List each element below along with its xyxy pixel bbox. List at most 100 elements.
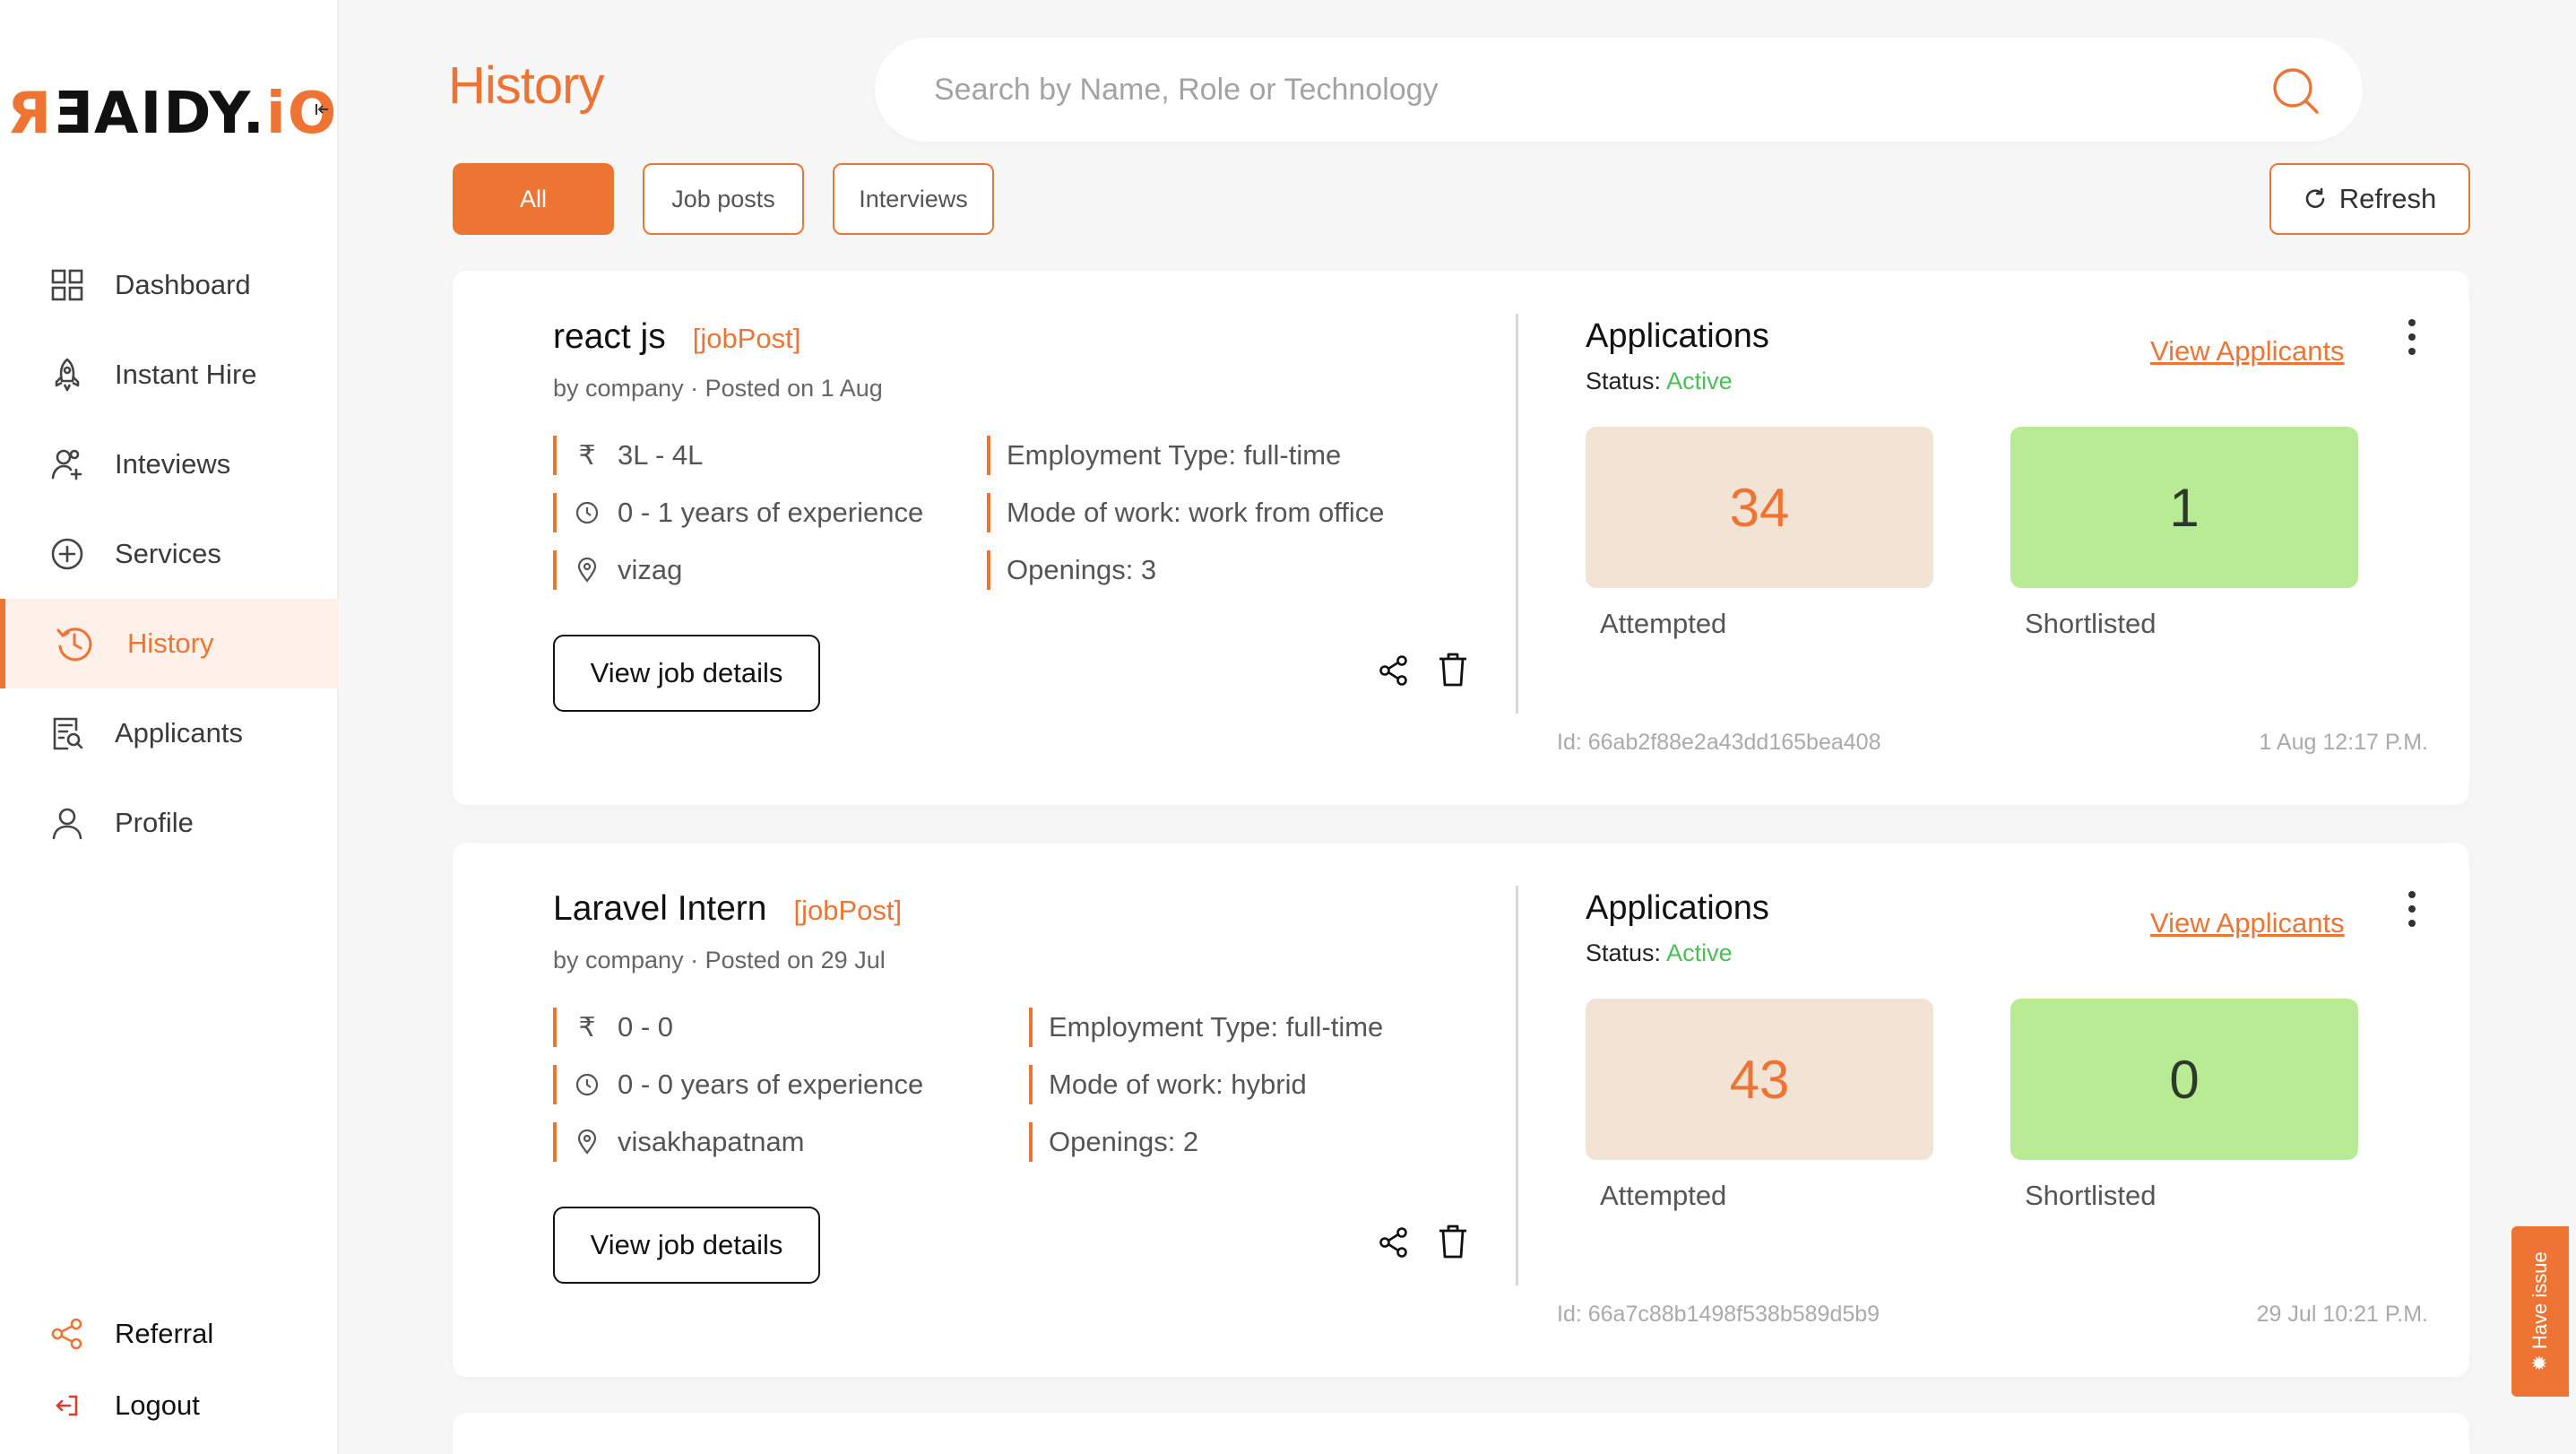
- share-icon[interactable]: [1376, 653, 1412, 688]
- refresh-label: Refresh: [2338, 183, 2437, 214]
- refresh-button[interactable]: Refresh: [2269, 163, 2470, 235]
- location-info: vizag: [553, 550, 682, 590]
- job-type-tag: [jobPost]: [793, 895, 903, 926]
- job-id: Id: 66a7c88b1498f538b589d5b9: [1557, 1302, 1880, 1327]
- rupee-icon: ₹: [578, 1012, 596, 1043]
- salary-info: ₹ 0 - 0: [553, 1008, 673, 1047]
- employment-type-info: Employment Type: full-time: [1029, 1008, 1383, 1047]
- job-card: Laravel Intern [jobPost] by company · Pos…: [453, 843, 2469, 1377]
- view-applicants-link[interactable]: View Applicants: [2150, 335, 2345, 368]
- experience-text: 0 - 0 years of experience: [618, 1069, 924, 1100]
- search-icon[interactable]: [2269, 65, 2321, 117]
- job-meta: by company · Posted on 29 Jul: [553, 947, 886, 974]
- sidebar-item-dashboard[interactable]: Dashboard: [0, 240, 339, 330]
- view-job-details-button[interactable]: View job details: [553, 635, 820, 712]
- card-divider: [1516, 886, 1518, 1285]
- work-mode-info: Mode of work: hybrid: [1029, 1065, 1307, 1104]
- brand-logo[interactable]: ЯƎAIDY.iO: [7, 82, 338, 145]
- sidebar-item-label: Profile: [115, 807, 194, 838]
- job-title-text: react js: [553, 317, 666, 356]
- job-type-tag: [jobPost]: [692, 323, 801, 354]
- work-mode-info: Mode of work: work from office: [987, 493, 1385, 532]
- sidebar: ЯƎAIDY.iO Dashboard Instant Hire Intevie…: [0, 0, 339, 1454]
- share-icon[interactable]: [1376, 1225, 1412, 1260]
- application-status: Status: Active: [1586, 368, 1733, 395]
- sidebar-bottom-nav: Referral Logout: [0, 1298, 339, 1441]
- clock-icon: [573, 1072, 601, 1097]
- location-pin-icon: [573, 1129, 601, 1155]
- shortlisted-count[interactable]: 0: [2010, 999, 2358, 1160]
- more-options-icon[interactable]: [2403, 317, 2421, 357]
- search-input[interactable]: [934, 63, 2189, 117]
- salary-text: 0 - 0: [618, 1011, 674, 1043]
- application-status: Status: Active: [1586, 939, 1733, 967]
- sidebar-item-label: Inteviews: [115, 448, 231, 480]
- collapse-left-icon[interactable]: [314, 100, 332, 118]
- job-timestamp: 1 Aug 12:17 P.M.: [2259, 730, 2428, 755]
- location-info: visakhapatnam: [553, 1122, 805, 1162]
- attempted-label: Attempted: [1600, 608, 1727, 639]
- sidebar-item-label: Logout: [115, 1389, 200, 1421]
- filter-job-posts-button[interactable]: Job posts: [643, 163, 804, 235]
- applications-title: Applications: [1586, 889, 1769, 927]
- sidebar-item-label: Services: [115, 538, 221, 569]
- sidebar-item-applicants[interactable]: Applicants: [0, 688, 339, 778]
- experience-info: 0 - 0 years of experience: [553, 1065, 923, 1104]
- openings-info: Openings: 2: [1029, 1122, 1198, 1162]
- shortlisted-count[interactable]: 1: [2010, 427, 2358, 588]
- job-meta: by company · Posted on 1 Aug: [553, 375, 883, 402]
- sidebar-item-inteviews[interactable]: Inteviews: [0, 420, 339, 509]
- job-id: Id: 66ab2f88e2a43dd165bea408: [1557, 730, 1881, 755]
- grid-icon: [48, 266, 86, 304]
- attempted-count[interactable]: 34: [1586, 427, 1933, 588]
- trash-icon[interactable]: [1435, 1223, 1471, 1260]
- experience-info: 0 - 1 years of experience: [553, 493, 923, 532]
- filter-tabs: All Job posts Interviews: [453, 163, 1023, 235]
- job-title: Laravel Intern [jobPost]: [553, 889, 902, 929]
- search-bar: [875, 38, 2363, 142]
- job-card: react js [jobPost] by company · Posted on…: [453, 271, 2469, 805]
- have-issue-tab[interactable]: ✹ Have issue: [2511, 1226, 2569, 1397]
- status-label: Status:: [1586, 368, 1662, 394]
- location-pin-icon: [573, 558, 601, 583]
- sidebar-item-profile[interactable]: Profile: [0, 778, 339, 868]
- attempted-count[interactable]: 43: [1586, 999, 1933, 1160]
- clock-icon: [573, 500, 601, 525]
- sidebar-item-label: Dashboard: [115, 269, 251, 300]
- salary-info: ₹ 3L - 4L: [553, 436, 703, 475]
- salary-text: 3L - 4L: [618, 439, 704, 471]
- sidebar-item-services[interactable]: Services: [0, 509, 339, 599]
- users-icon: [48, 446, 86, 483]
- sidebar-item-history[interactable]: History: [0, 599, 339, 688]
- sidebar-item-logout[interactable]: Logout: [0, 1370, 339, 1441]
- logo-main: ƎAIDY.: [53, 81, 266, 147]
- filter-all-button[interactable]: All: [453, 163, 614, 235]
- have-issue-label: ✹ Have issue: [2528, 1251, 2551, 1372]
- sidebar-item-instant-hire[interactable]: Instant Hire: [0, 330, 339, 420]
- sidebar-item-label: Applicants: [115, 717, 244, 749]
- logout-icon: [48, 1387, 86, 1424]
- sidebar-nav: Dashboard Instant Hire Inteviews Service…: [0, 240, 339, 868]
- sidebar-item-referral[interactable]: Referral: [0, 1298, 339, 1370]
- trash-icon[interactable]: [1435, 651, 1471, 688]
- rocket-icon: [48, 356, 86, 394]
- shortlisted-label: Shortlisted: [2025, 608, 2157, 639]
- logo-accent-r: Я: [7, 81, 54, 147]
- refresh-icon: [2305, 187, 2325, 208]
- view-job-details-button[interactable]: View job details: [553, 1207, 820, 1284]
- more-options-icon[interactable]: [2403, 889, 2421, 929]
- location-text: vizag: [618, 554, 683, 585]
- job-title: react js [jobPost]: [553, 317, 800, 357]
- filter-interviews-button[interactable]: Interviews: [833, 163, 994, 235]
- page-title: History: [448, 56, 604, 115]
- job-timestamp: 29 Jul 10:21 P.M.: [2256, 1302, 2428, 1327]
- experience-text: 0 - 1 years of experience: [618, 497, 924, 528]
- status-label: Status:: [1586, 939, 1662, 966]
- sidebar-item-label: History: [127, 627, 214, 659]
- history-icon: [56, 625, 93, 662]
- shortlisted-label: Shortlisted: [2025, 1180, 2157, 1211]
- employment-type-info: Employment Type: full-time: [987, 436, 1341, 475]
- plus-circle-icon: [48, 535, 86, 573]
- user-icon: [48, 804, 86, 842]
- view-applicants-link[interactable]: View Applicants: [2150, 907, 2345, 939]
